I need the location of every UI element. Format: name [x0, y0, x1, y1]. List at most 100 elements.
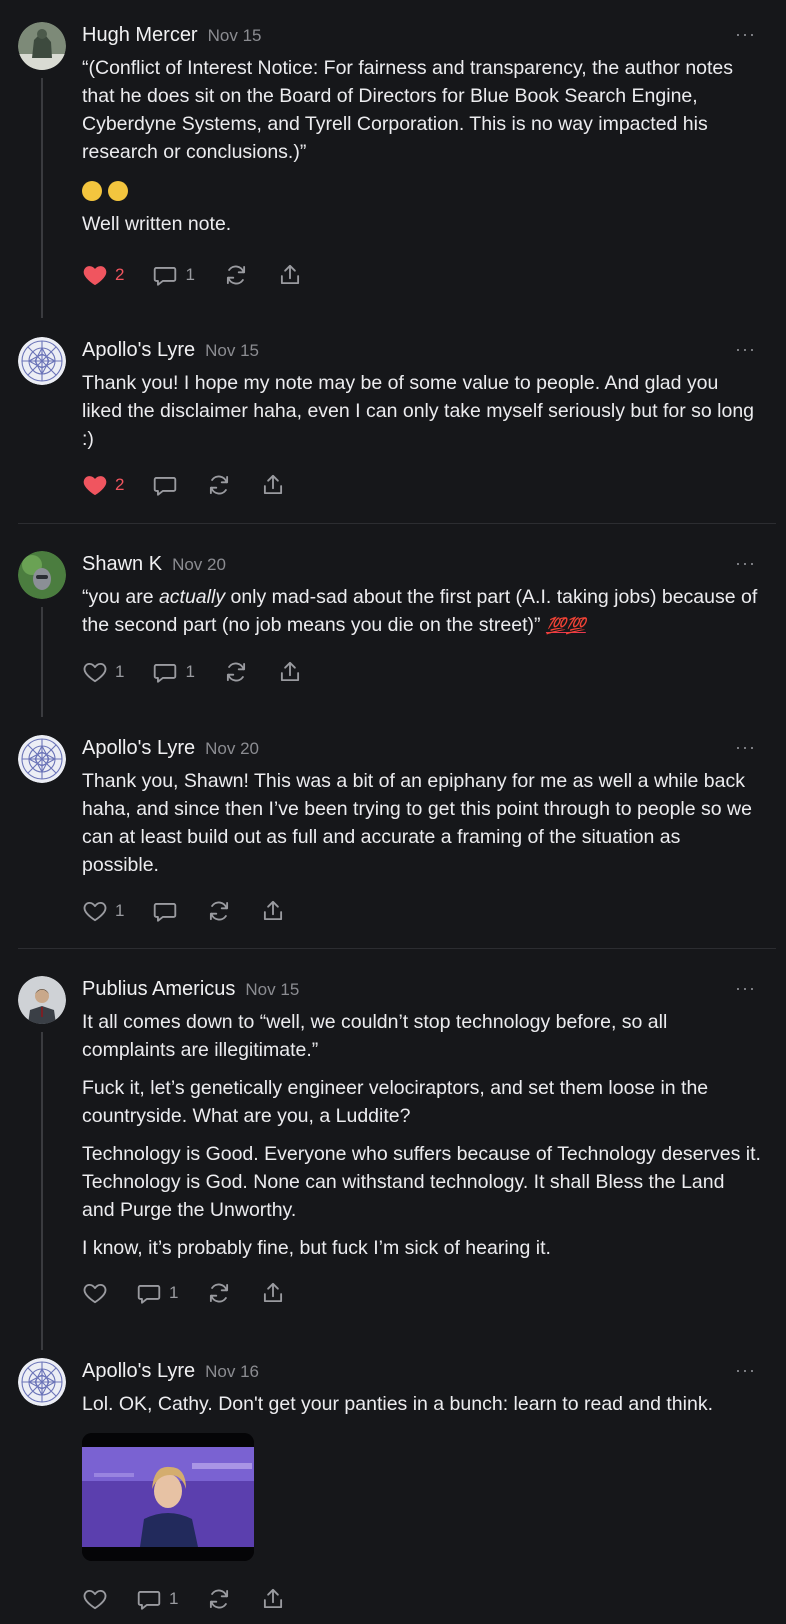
thread-line — [41, 78, 43, 318]
author-name[interactable]: Hugh Mercer — [82, 24, 198, 46]
restack-button[interactable] — [223, 659, 249, 685]
comment-text: Well written note. — [82, 213, 232, 235]
comment-text: I know, it’s probably fine, but fuck I’m… — [82, 1237, 551, 1259]
reply-button[interactable] — [152, 898, 178, 924]
like-count: 2 — [115, 265, 125, 284]
like-count: 1 — [115, 662, 125, 681]
comment-date: Nov 15 — [205, 341, 260, 360]
thread-line — [41, 1032, 43, 1350]
comment-text: It all comes down to “well, we couldn’t … — [82, 1011, 668, 1061]
author-name[interactable]: Publius Americus — [82, 978, 235, 1000]
heart-filled-icon — [82, 262, 108, 288]
like-button[interactable]: 2 — [82, 262, 124, 288]
reply-button[interactable]: 1 — [152, 262, 195, 288]
share-button[interactable] — [277, 262, 303, 288]
share-icon — [260, 1586, 286, 1612]
hundred-emoji-icon: 💯💯 — [545, 618, 586, 635]
restack-icon — [206, 1586, 232, 1612]
restack-button[interactable] — [223, 262, 249, 288]
like-button[interactable] — [82, 1586, 108, 1612]
share-button[interactable] — [260, 898, 286, 924]
comment-text: Fuck it, let’s genetically engineer velo… — [82, 1077, 709, 1127]
more-options-icon[interactable]: ··· — [735, 553, 756, 574]
comment-date: Nov 15 — [245, 980, 300, 999]
comment-icon — [152, 898, 178, 924]
more-options-icon[interactable]: ··· — [735, 737, 756, 758]
comment-icon — [152, 659, 178, 685]
comment-text: Technology is Good. Everyone who suffers… — [82, 1143, 761, 1221]
thread-line — [41, 607, 43, 717]
restack-icon — [206, 1280, 232, 1306]
restack-button[interactable] — [206, 472, 232, 498]
heart-icon — [82, 898, 108, 924]
heart-icon — [82, 1280, 108, 1306]
comment-text: Thank you! I hope my note may be of some… — [82, 372, 755, 450]
attached-image[interactable] — [82, 1433, 254, 1561]
comment-date: Nov 20 — [205, 739, 260, 758]
like-button[interactable]: 1 — [82, 898, 124, 924]
share-button[interactable] — [260, 472, 286, 498]
comment-icon — [136, 1586, 162, 1612]
heart-icon — [82, 1586, 108, 1612]
reply-count: 1 — [185, 265, 195, 284]
more-options-icon[interactable]: ··· — [735, 1360, 756, 1381]
avatar[interactable] — [18, 337, 66, 385]
like-button[interactable]: 2 — [82, 472, 124, 498]
avatar[interactable] — [18, 735, 66, 783]
share-button[interactable] — [260, 1586, 286, 1612]
author-name[interactable]: Shawn K — [82, 553, 162, 575]
more-options-icon[interactable]: ··· — [735, 24, 756, 45]
comment-text: “(Conflict of Interest Notice: For fairn… — [82, 57, 734, 163]
avatar[interactable] — [18, 22, 66, 70]
rofl-emoji-icon — [108, 180, 128, 201]
like-count: 2 — [115, 475, 125, 494]
share-icon — [277, 659, 303, 685]
restack-button[interactable] — [206, 1280, 232, 1306]
more-options-icon[interactable]: ··· — [735, 978, 756, 999]
divider — [18, 948, 776, 949]
share-icon — [260, 1280, 286, 1306]
reply-count: 1 — [185, 662, 195, 681]
restack-icon — [206, 898, 232, 924]
divider — [18, 523, 776, 524]
comment-text: “you are actually only mad-sad about the… — [82, 586, 758, 636]
share-button[interactable] — [277, 659, 303, 685]
avatar[interactable] — [18, 976, 66, 1024]
comment-date: Nov 16 — [205, 1362, 260, 1381]
like-button[interactable]: 1 — [82, 659, 124, 685]
comment-date: Nov 20 — [172, 555, 226, 574]
restack-icon — [206, 472, 232, 498]
restack-button[interactable] — [206, 898, 232, 924]
share-icon — [277, 262, 303, 288]
share-icon — [260, 898, 286, 924]
heart-icon — [82, 659, 108, 685]
author-name[interactable]: Apollo's Lyre — [82, 737, 195, 759]
comment-icon — [152, 262, 178, 288]
restack-button[interactable] — [206, 1586, 232, 1612]
comment-icon — [152, 472, 178, 498]
avatar[interactable] — [18, 551, 66, 599]
like-count: 1 — [115, 901, 125, 920]
comment-text: Thank you, Shawn! This was a bit of an e… — [82, 770, 752, 876]
share-icon — [260, 472, 286, 498]
restack-icon — [223, 262, 249, 288]
reply-button[interactable]: 1 — [136, 1280, 178, 1306]
comment-date: Nov 15 — [207, 26, 262, 45]
like-button[interactable] — [82, 1280, 108, 1306]
reply-button[interactable]: 1 — [152, 659, 195, 685]
more-options-icon[interactable]: ··· — [735, 339, 756, 360]
reply-count: 1 — [169, 1589, 179, 1608]
author-name[interactable]: Apollo's Lyre — [82, 339, 195, 361]
author-name[interactable]: Apollo's Lyre — [82, 1360, 195, 1382]
emoji-reactions — [82, 176, 762, 202]
comment-icon — [136, 1280, 162, 1306]
heart-filled-icon — [82, 472, 108, 498]
avatar[interactable] — [18, 1358, 66, 1406]
share-button[interactable] — [260, 1280, 286, 1306]
restack-icon — [223, 659, 249, 685]
reply-button[interactable]: 1 — [136, 1586, 178, 1612]
reply-button[interactable] — [152, 472, 178, 498]
comment-text: Lol. OK, Cathy. Don't get your panties i… — [82, 1393, 713, 1415]
laughing-emoji-icon — [82, 180, 102, 201]
reply-count: 1 — [169, 1283, 179, 1302]
